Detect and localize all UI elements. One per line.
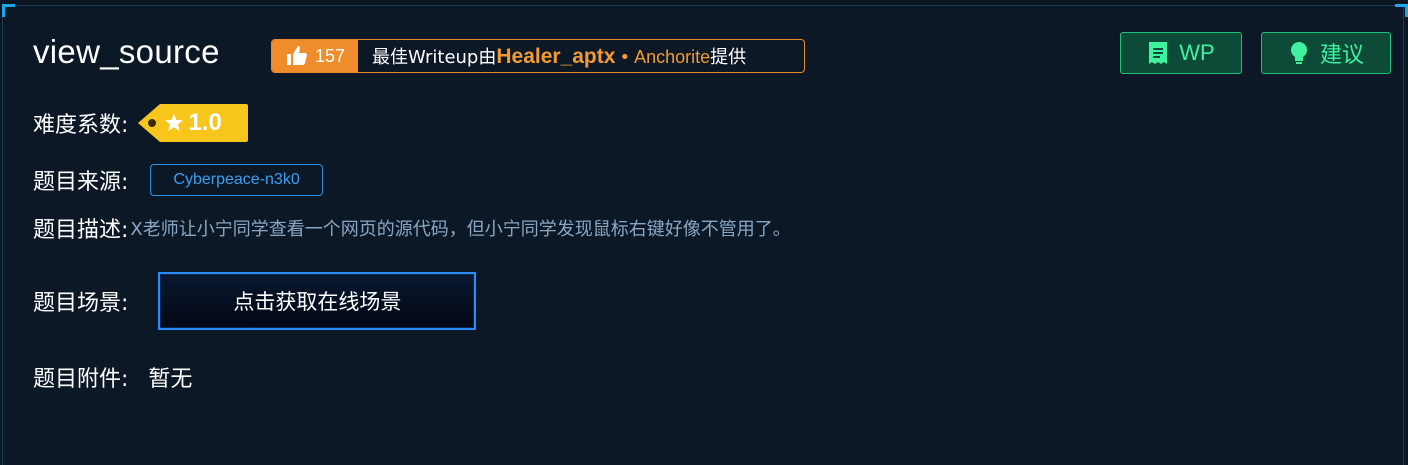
best-writeup-banner[interactable]: 157 最佳Writeup由Healer_aptx • Anchorite提供 xyxy=(271,39,805,73)
attachment-label: 题目附件: xyxy=(33,367,129,392)
description-text: X老师让小宁同学查看一个网页的源代码，但小宁同学发现鼠标右键好像不管用了。 xyxy=(130,219,791,240)
writeup-credit: 最佳Writeup由Healer_aptx • Anchorite提供 xyxy=(372,43,746,69)
wp-button[interactable]: WP xyxy=(1120,32,1242,74)
corner-decoration-top-left xyxy=(2,4,15,17)
corner-decoration-top-right xyxy=(1395,4,1408,17)
challenge-title: view_source xyxy=(33,33,220,70)
description-label: 题目描述: xyxy=(33,218,129,243)
like-badge[interactable]: 157 xyxy=(272,40,358,72)
writeup-author[interactable]: Healer_aptx xyxy=(496,45,615,68)
lightbulb-icon xyxy=(1290,42,1307,64)
thumbs-up-icon xyxy=(286,46,307,65)
document-icon xyxy=(1149,42,1168,64)
scene-label: 题目场景: xyxy=(33,291,129,316)
attachment-value: 暂无 xyxy=(148,367,193,392)
get-scene-button[interactable]: 点击获取在线场景 xyxy=(158,272,477,330)
description-row: 题目描述: X老师让小宁同学查看一个网页的源代码，但小宁同学发现鼠标右键好像不管… xyxy=(33,212,791,244)
scene-row: 题目场景: 点击获取在线场景 xyxy=(33,272,477,330)
suggest-button-label: 建议 xyxy=(1319,42,1364,67)
suggest-button[interactable]: 建议 xyxy=(1261,32,1391,74)
difficulty-label: 难度系数: xyxy=(33,113,129,138)
writeup-provider[interactable]: Anchorite xyxy=(634,47,710,67)
difficulty-row: 难度系数: 1.0 xyxy=(33,104,249,142)
writeup-prefix: 最佳Writeup由 xyxy=(372,47,497,68)
attachment-row: 题目附件: 暂无 xyxy=(33,361,192,393)
like-count: 157 xyxy=(314,45,346,66)
wp-button-label: WP xyxy=(1179,40,1215,65)
source-label: 题目来源: xyxy=(33,170,129,195)
writeup-suffix: 提供 xyxy=(710,47,747,68)
writeup-separator: • xyxy=(619,47,631,68)
difficulty-value: 1.0 xyxy=(188,109,222,136)
source-tag[interactable]: Cyberpeace-n3k0 xyxy=(150,164,323,196)
source-row: 题目来源: Cyberpeace-n3k0 xyxy=(33,164,323,196)
difficulty-badge: 1.0 xyxy=(138,104,249,142)
